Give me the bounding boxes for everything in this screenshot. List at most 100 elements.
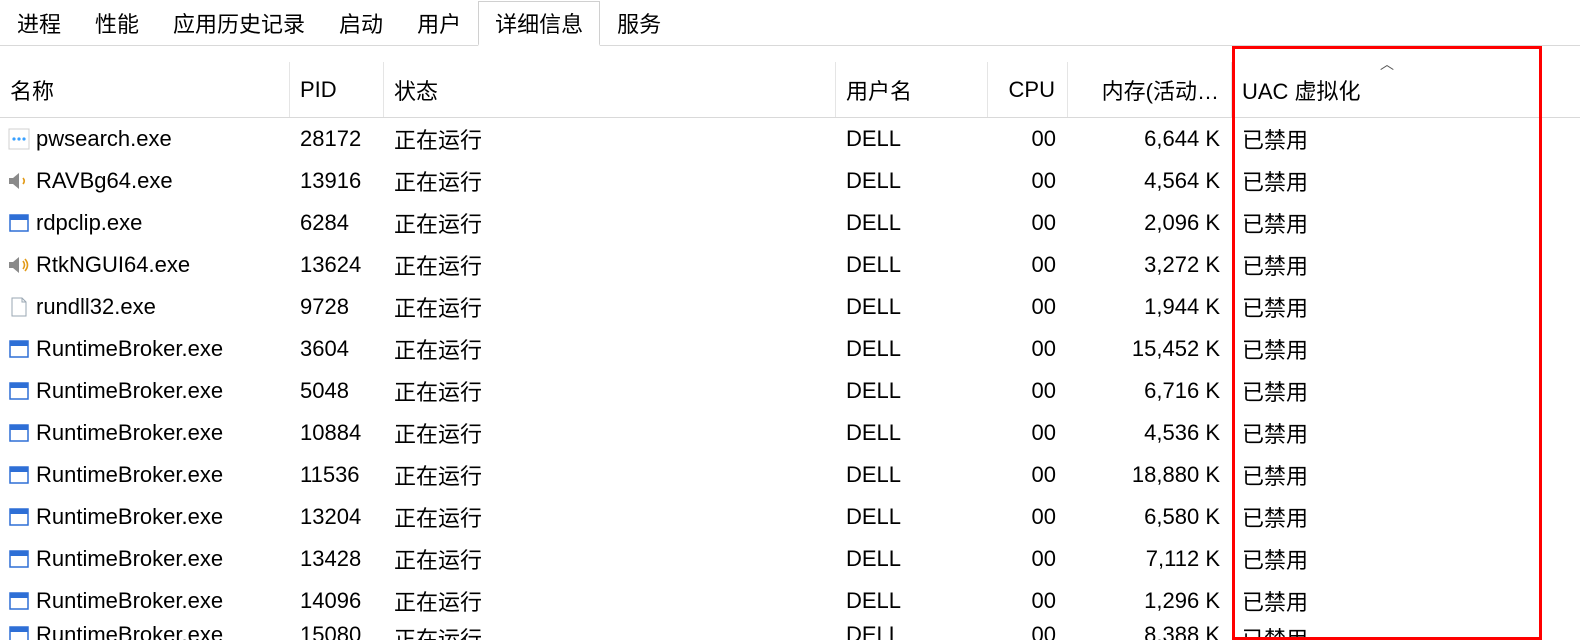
tab-启动[interactable]: 启动 bbox=[322, 0, 400, 45]
cell-user: DELL bbox=[836, 622, 988, 640]
cell-mem: 1,944 K bbox=[1068, 294, 1232, 320]
cell-status: 正在运行 bbox=[384, 622, 836, 640]
cell-name: RuntimeBroker.exe bbox=[0, 546, 290, 572]
cell-cpu: 00 bbox=[988, 420, 1068, 446]
cell-user: DELL bbox=[836, 252, 988, 278]
cell-uac: 已禁用 bbox=[1232, 375, 1542, 407]
process-name: RuntimeBroker.exe bbox=[36, 588, 223, 614]
cell-cpu: 00 bbox=[988, 168, 1068, 194]
cell-mem: 4,536 K bbox=[1068, 420, 1232, 446]
cell-uac: 已禁用 bbox=[1232, 333, 1542, 365]
process-name: pwsearch.exe bbox=[36, 126, 172, 152]
app-icon bbox=[6, 338, 32, 360]
file-icon bbox=[6, 296, 32, 318]
col-header-user[interactable]: 用户名 bbox=[836, 62, 988, 117]
cell-uac: 已禁用 bbox=[1232, 501, 1542, 533]
app-icon bbox=[6, 548, 32, 570]
table-row[interactable]: RuntimeBroker.exe 14096正在运行DELL001,296 K已… bbox=[0, 580, 1580, 622]
cell-pid: 13916 bbox=[290, 168, 384, 194]
table-row[interactable]: rundll32.exe9728正在运行DELL001,944 K已禁用 bbox=[0, 286, 1580, 328]
process-name: RuntimeBroker.exe bbox=[36, 378, 223, 404]
col-header-mem[interactable]: 内存(活动… bbox=[1068, 62, 1232, 117]
cell-mem: 15,452 K bbox=[1068, 336, 1232, 362]
cell-cpu: 00 bbox=[988, 588, 1068, 614]
cell-user: DELL bbox=[836, 336, 988, 362]
cell-pid: 13204 bbox=[290, 504, 384, 530]
cell-uac: 已禁用 bbox=[1232, 291, 1542, 323]
cell-name: RuntimeBroker.exe bbox=[0, 622, 290, 640]
cell-user: DELL bbox=[836, 378, 988, 404]
cell-pid: 14096 bbox=[290, 588, 384, 614]
col-header-status[interactable]: 状态 bbox=[384, 62, 836, 117]
cell-uac: 已禁用 bbox=[1232, 207, 1542, 239]
col-header-name[interactable]: 名称 bbox=[0, 62, 290, 117]
cell-user: DELL bbox=[836, 210, 988, 236]
tab-用户[interactable]: 用户 bbox=[400, 0, 478, 45]
cell-name: RuntimeBroker.exe bbox=[0, 336, 290, 362]
dots-icon bbox=[6, 128, 32, 150]
table-row[interactable]: RuntimeBroker.exe15080正在运行DELL008,388 K已… bbox=[0, 622, 1580, 640]
col-header-pid[interactable]: PID bbox=[290, 62, 384, 117]
cell-cpu: 00 bbox=[988, 252, 1068, 278]
tab-应用历史记录[interactable]: 应用历史记录 bbox=[156, 0, 322, 45]
table-row[interactable]: pwsearch.exe28172正在运行DELL006,644 K已禁用 bbox=[0, 118, 1580, 160]
cell-uac: 已禁用 bbox=[1232, 123, 1542, 155]
cell-mem: 7,112 K bbox=[1068, 546, 1232, 572]
app-icon bbox=[6, 506, 32, 528]
cell-pid: 11536 bbox=[290, 462, 384, 488]
cell-pid: 13624 bbox=[290, 252, 384, 278]
cell-status: 正在运行 bbox=[384, 585, 836, 617]
col-header-mem-label: 内存(活动… bbox=[1102, 74, 1219, 106]
table-row[interactable]: RuntimeBroker.exe5048正在运行DELL006,716 K已禁… bbox=[0, 370, 1580, 412]
tab-详细信息[interactable]: 详细信息 bbox=[478, 1, 600, 46]
cell-cpu: 00 bbox=[988, 294, 1068, 320]
cell-name: RuntimeBroker.exe bbox=[0, 420, 290, 446]
cell-pid: 9728 bbox=[290, 294, 384, 320]
table-row[interactable]: RuntimeBroker.exe13204正在运行DELL006,580 K已… bbox=[0, 496, 1580, 538]
col-header-cpu[interactable]: CPU bbox=[988, 62, 1068, 117]
cell-mem: 4,564 K bbox=[1068, 168, 1232, 194]
cell-name: rundll32.exe bbox=[0, 294, 290, 320]
cell-pid: 15080 bbox=[290, 622, 384, 640]
cell-pid: 13428 bbox=[290, 546, 384, 572]
cell-status: 正在运行 bbox=[384, 417, 836, 449]
cell-status: 正在运行 bbox=[384, 459, 836, 491]
cell-uac: 已禁用 bbox=[1232, 459, 1542, 491]
cell-pid: 10884 bbox=[290, 420, 384, 446]
process-name: RuntimeBroker.exe bbox=[36, 462, 223, 488]
process-table-body: pwsearch.exe28172正在运行DELL006,644 K已禁用RAV… bbox=[0, 118, 1580, 640]
speaker-icon bbox=[6, 170, 32, 192]
cell-user: DELL bbox=[836, 294, 988, 320]
table-row[interactable]: RuntimeBroker.exe11536正在运行DELL0018,880 K… bbox=[0, 454, 1580, 496]
tab-进程[interactable]: 进程 bbox=[0, 0, 78, 45]
cell-uac: 已禁用 bbox=[1232, 417, 1542, 449]
cell-name: RuntimeBroker.exe bbox=[0, 378, 290, 404]
cell-cpu: 00 bbox=[988, 378, 1068, 404]
app-icon bbox=[6, 590, 32, 612]
col-header-status-label: 状态 bbox=[394, 74, 438, 106]
table-row[interactable]: RAVBg64.exe13916正在运行DELL004,564 K已禁用 bbox=[0, 160, 1580, 202]
table-row[interactable]: rdpclip.exe6284正在运行DELL002,096 K已禁用 bbox=[0, 202, 1580, 244]
table-row[interactable]: RuntimeBroker.exe3604正在运行DELL0015,452 K已… bbox=[0, 328, 1580, 370]
cell-user: DELL bbox=[836, 420, 988, 446]
table-row[interactable]: RuntimeBroker.exe10884正在运行DELL004,536 K已… bbox=[0, 412, 1580, 454]
col-header-uac-label: UAC 虚拟化 bbox=[1242, 74, 1361, 106]
cell-user: DELL bbox=[836, 126, 988, 152]
cell-pid: 5048 bbox=[290, 378, 384, 404]
col-header-uac[interactable]: ︿ UAC 虚拟化 bbox=[1232, 62, 1542, 117]
process-name: RuntimeBroker.exe bbox=[36, 546, 223, 572]
cell-user: DELL bbox=[836, 588, 988, 614]
tab-性能[interactable]: 性能 bbox=[78, 0, 156, 45]
cell-status: 正在运行 bbox=[384, 333, 836, 365]
table-row[interactable]: RuntimeBroker.exe13428正在运行DELL007,112 K已… bbox=[0, 538, 1580, 580]
cell-uac: 已禁用 bbox=[1232, 585, 1542, 617]
cell-pid: 6284 bbox=[290, 210, 384, 236]
cell-uac: 已禁用 bbox=[1232, 165, 1542, 197]
cell-user: DELL bbox=[836, 546, 988, 572]
cell-name: RuntimeBroker.exe bbox=[0, 588, 290, 614]
cell-cpu: 00 bbox=[988, 126, 1068, 152]
table-row[interactable]: RtkNGUI64.exe13624正在运行DELL003,272 K已禁用 bbox=[0, 244, 1580, 286]
tab-服务[interactable]: 服务 bbox=[600, 0, 678, 45]
cell-mem: 1,296 K bbox=[1068, 588, 1232, 614]
cell-uac: 已禁用 bbox=[1232, 543, 1542, 575]
